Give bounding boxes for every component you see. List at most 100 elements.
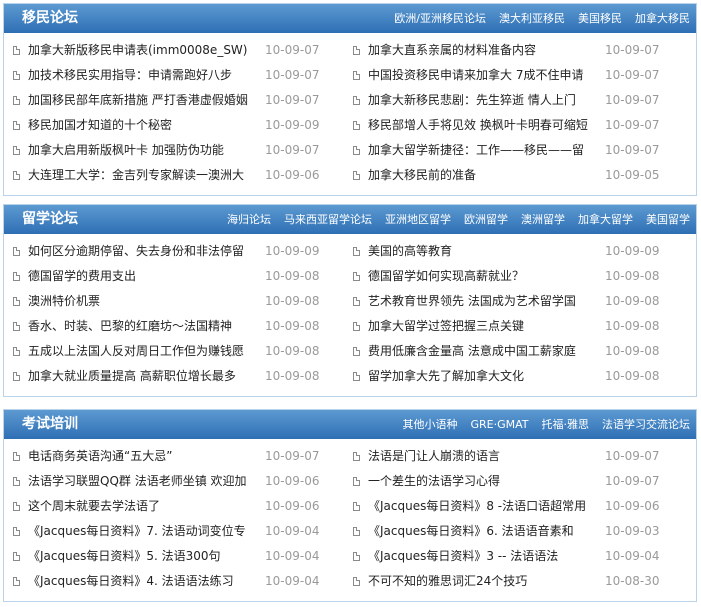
topic-title-link[interactable]: 艺术教育世界领先 法国成为艺术留学国 <box>368 289 596 314</box>
document-icon <box>353 272 360 281</box>
section-link[interactable]: 马来西亚留学论坛 <box>284 213 372 226</box>
topic-title-link[interactable]: 《Jacques每日资料》5. 法语300句 <box>28 544 256 569</box>
topic-title-link[interactable]: 《Jacques每日资料》6. 法语语音素和 <box>368 519 596 544</box>
section-title[interactable]: 留学论坛 <box>22 205 78 234</box>
topic-item: 中国投资移民申请来加拿大 7成不住申请 10-09-07 <box>350 63 686 88</box>
topic-title-link[interactable]: 法语学习联盟QQ群 法语老师坐镇 欢迎加 <box>28 469 256 494</box>
topic-title-link[interactable]: 澳洲特价机票 <box>28 289 256 314</box>
topic-title-link[interactable]: 这个周末就要去学法语了 <box>28 494 256 519</box>
topic-title-link[interactable]: 留学加拿大先了解加拿大文化 <box>368 364 596 389</box>
topic-title-link[interactable]: 加国移民部年底新措施 严打香港虚假婚姻 <box>28 88 256 113</box>
topic-title-link[interactable]: 加拿大直系亲属的材料准备内容 <box>368 38 596 63</box>
section-link[interactable]: 法语学习交流论坛 <box>602 418 690 431</box>
topic-title-link[interactable]: 大连理工大学：金吉列专家解读一澳洲大 <box>28 163 256 188</box>
topic-item: 德国留学如何实现高薪就业？ 10-09-08 <box>350 264 686 289</box>
topic-title-link[interactable]: 电话商务英语沟通“五大忌” <box>28 444 256 469</box>
section-link[interactable]: GRE·GMAT <box>470 418 528 431</box>
document-icon <box>13 146 20 155</box>
section-link[interactable]: 加拿大留学 <box>578 213 633 226</box>
topic-item: 德国留学的费用支出 10-09-08 <box>10 264 346 289</box>
topic-date: 10-09-08 <box>265 294 320 308</box>
document-icon <box>353 322 360 331</box>
section-link[interactable]: 托福·雅思 <box>542 418 590 431</box>
section-link[interactable]: 海归论坛 <box>227 213 271 226</box>
document-icon <box>13 502 20 511</box>
topic-title-link[interactable]: 法语是门让人崩溃的语言 <box>368 444 596 469</box>
topic-item: 加拿大留学新捷径：工作——移民——留 10-09-07 <box>350 138 686 163</box>
topic-title-link[interactable]: 不可不知的雅思词汇24个技巧 <box>368 569 596 594</box>
section-study-abroad: 留学论坛 海归论坛 马来西亚留学论坛 亚洲地区留学 欧洲留学 澳洲留学 加拿大留学 美国留学… <box>3 204 697 397</box>
document-icon <box>353 452 360 461</box>
topic-title-link[interactable]: 《Jacques每日资料》7. 法语动词变位专 <box>28 519 256 544</box>
topic-date: 10-09-04 <box>265 574 320 588</box>
topic-title-link[interactable]: 《Jacques每日资料》3 -- 法语语法 <box>368 544 596 569</box>
document-icon <box>353 347 360 356</box>
section-title[interactable]: 移民论坛 <box>22 4 78 33</box>
section-link[interactable]: 亚洲地区留学 <box>385 213 451 226</box>
topic-title-link[interactable]: 移民加国才知道的十个秘密 <box>28 113 256 138</box>
section-immigration: 移民论坛 欧洲/亚洲移民论坛 澳大利亚移民 美国移民 加拿大移民 加拿大新版移民申请表… <box>3 3 697 196</box>
section-link[interactable]: 美国留学 <box>646 213 690 226</box>
topic-title-link[interactable]: 加拿大留学新捷径：工作——移民——留 <box>368 138 596 163</box>
section-link[interactable]: 欧洲/亚洲移民论坛 <box>394 12 486 25</box>
document-icon <box>353 46 360 55</box>
topic-item: 加国移民部年底新措施 严打香港虚假婚姻 10-09-07 <box>10 88 346 113</box>
section-links: 其他小语种 GRE·GMAT 托福·雅思 法语学习交流论坛 <box>389 410 690 439</box>
topic-title-link[interactable]: 如何区分逾期停留、失去身份和非法停留 <box>28 239 256 264</box>
topic-title-link[interactable]: 香水、时装、巴黎的红磨坊～法国精神 <box>28 314 256 339</box>
topic-title-link[interactable]: 五成以上法国人反对周日工作但为赚钱愿 <box>28 339 256 364</box>
section-link[interactable]: 澳大利亚移民 <box>499 12 565 25</box>
topic-date: 10-09-07 <box>605 449 660 463</box>
topic-item: 大连理工大学：金吉列专家解读一澳洲大 10-09-06 <box>10 163 346 188</box>
section-exam-training: 考试培训 其他小语种 GRE·GMAT 托福·雅思 法语学习交流论坛 电话商务英语沟通… <box>3 409 697 602</box>
document-icon <box>353 477 360 486</box>
document-icon <box>13 96 20 105</box>
document-icon <box>353 146 360 155</box>
document-icon <box>13 577 20 586</box>
topic-item: 《Jacques每日资料》3 -- 法语语法 10-09-04 <box>350 544 686 569</box>
section-link[interactable]: 澳洲留学 <box>521 213 565 226</box>
topic-title-link[interactable]: 中国投资移民申请来加拿大 7成不住申请 <box>368 63 596 88</box>
section-link[interactable]: 加拿大移民 <box>635 12 690 25</box>
topic-date: 10-09-08 <box>605 294 660 308</box>
topic-title-link[interactable]: 加技术移民实用指导：申请需跑好八步 <box>28 63 256 88</box>
topic-date: 10-09-09 <box>605 244 660 258</box>
topic-title-link[interactable]: 美国的高等教育 <box>368 239 596 264</box>
topic-title-link[interactable]: 加拿大就业质量提高 高薪职位增长最多 <box>28 364 256 389</box>
topic-title-link[interactable]: 加拿大启用新版枫叶卡 加强防伪功能 <box>28 138 256 163</box>
topic-title-link[interactable]: 德国留学的费用支出 <box>28 264 256 289</box>
topic-date: 10-09-07 <box>605 143 660 157</box>
topic-title-link[interactable]: 加拿大新版移民申请表(imm0008e_SW) <box>28 38 256 63</box>
section-links: 海归论坛 马来西亚留学论坛 亚洲地区留学 欧洲留学 澳洲留学 加拿大留学 美国留学 <box>214 205 690 234</box>
topic-date: 10-09-08 <box>605 269 660 283</box>
topic-date: 10-09-08 <box>265 319 320 333</box>
section-link[interactable]: 欧洲留学 <box>464 213 508 226</box>
document-icon <box>13 372 20 381</box>
topic-item: 澳洲特价机票 10-09-08 <box>10 289 346 314</box>
topic-item: 加技术移民实用指导：申请需跑好八步 10-09-07 <box>10 63 346 88</box>
topic-title-link[interactable]: 加拿大留学过签把握三点关键 <box>368 314 596 339</box>
document-icon <box>353 71 360 80</box>
section-title[interactable]: 考试培训 <box>22 410 78 439</box>
topic-title-link[interactable]: 德国留学如何实现高薪就业？ <box>368 264 596 289</box>
topic-item: 《Jacques每日资料》6. 法语语音素和 10-09-03 <box>350 519 686 544</box>
topic-item: 加拿大留学过签把握三点关键 10-09-08 <box>350 314 686 339</box>
document-icon <box>13 347 20 356</box>
section-header: 考试培训 其他小语种 GRE·GMAT 托福·雅思 法语学习交流论坛 <box>4 410 696 439</box>
topic-item: 艺术教育世界领先 法国成为艺术留学国 10-09-08 <box>350 289 686 314</box>
topic-date: 10-09-07 <box>265 143 320 157</box>
topic-title-link[interactable]: 加拿大新移民悲剧：先生猝逝 情人上门 <box>368 88 596 113</box>
document-icon <box>13 46 20 55</box>
topic-date: 10-09-07 <box>265 68 320 82</box>
topic-title-link[interactable]: 费用低廉含金量高 法意成中国工薪家庭 <box>368 339 596 364</box>
topic-item: 费用低廉含金量高 法意成中国工薪家庭 10-09-08 <box>350 339 686 364</box>
topic-title-link[interactable]: 《Jacques每日资料》8 -法语口语超常用 <box>368 494 596 519</box>
document-icon <box>13 527 20 536</box>
section-link[interactable]: 其他小语种 <box>402 418 457 431</box>
section-link[interactable]: 美国移民 <box>578 12 622 25</box>
topic-title-link[interactable]: 移民部增人手将见效 换枫叶卡明春可缩短 <box>368 113 596 138</box>
topic-title-link[interactable]: 加拿大移民前的准备 <box>368 163 596 188</box>
topic-item: 加拿大就业质量提高 高薪职位增长最多 10-09-08 <box>10 364 346 389</box>
topic-title-link[interactable]: 一个差生的法语学习心得 <box>368 469 596 494</box>
topic-title-link[interactable]: 《Jacques每日资料》4. 法语语法练习 <box>28 569 256 594</box>
